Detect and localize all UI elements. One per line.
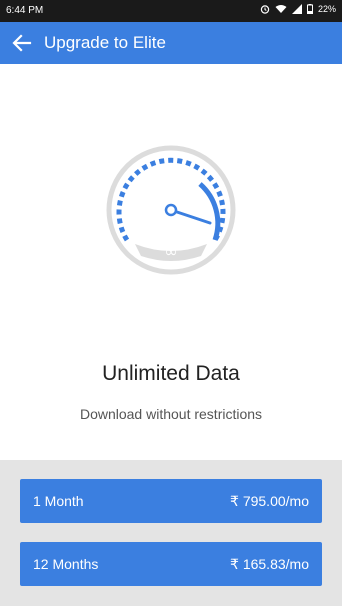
plan-label: 1 Month <box>33 493 84 509</box>
battery-percent: 22% <box>317 4 336 14</box>
plans-panel: 1 Month ₹ 795.00/mo 12 Months ₹ 165.83/m… <box>0 460 342 606</box>
arrow-left-icon <box>12 34 32 52</box>
back-button[interactable] <box>10 31 34 55</box>
plan-label: 12 Months <box>33 556 99 572</box>
plan-button-12-months[interactable]: 12 Months ₹ 165.83/mo <box>20 542 322 586</box>
plan-price: ₹ 795.00/mo <box>230 493 309 509</box>
feature-carousel[interactable]: ∞ Unlimited Data Download without restri… <box>0 64 342 503</box>
app-bar: Upgrade to Elite <box>0 22 342 64</box>
signal-icon <box>291 4 302 14</box>
feature-title: Unlimited Data <box>102 362 240 385</box>
status-time: 6:44 PM <box>6 5 44 16</box>
wifi-icon <box>275 5 287 13</box>
infinity-symbol: ∞ <box>164 242 177 261</box>
plan-price: ₹ 165.83/mo <box>230 556 309 572</box>
page-title: Upgrade to Elite <box>44 33 166 52</box>
battery-icon <box>306 4 313 14</box>
plan-button-1-month[interactable]: 1 Month ₹ 795.00/mo <box>20 479 322 523</box>
speedometer-icon: ∞ <box>106 145 236 275</box>
alarm-icon <box>260 5 270 14</box>
feature-subtitle: Download without restrictions <box>79 406 263 422</box>
status-icons: 22% <box>260 4 336 14</box>
status-bar: 6:44 PM 22% <box>0 0 342 22</box>
